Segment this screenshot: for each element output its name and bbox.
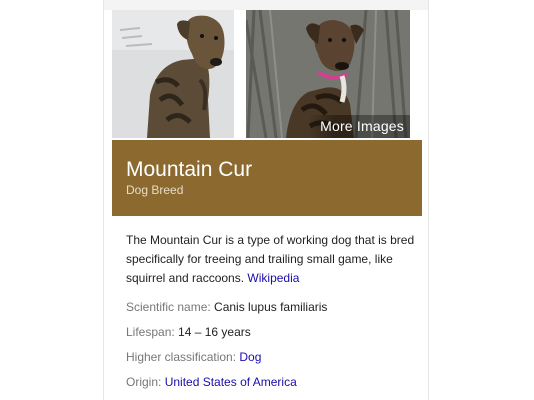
panel-top-strip	[104, 0, 428, 10]
entity-subtitle: Dog Breed	[126, 183, 184, 197]
fact-lifespan: Lifespan: 14 – 16 years	[126, 324, 416, 349]
origin-link[interactable]: United States of America	[165, 375, 297, 389]
fact-label: Higher classification:	[126, 350, 237, 364]
wikipedia-link[interactable]: Wikipedia	[247, 271, 299, 285]
knowledge-panel: More Images Mountain Cur Dog Breed The M…	[103, 0, 429, 400]
fact-value: Canis lupus familiaris	[214, 300, 328, 314]
fact-scientific-name: Scientific name: Canis lupus familiaris	[126, 299, 416, 324]
fact-higher-classification: Higher classification: Dog	[126, 349, 416, 374]
facts-list: Scientific name: Canis lupus familiaris …	[126, 299, 416, 399]
fact-label: Lifespan:	[126, 325, 175, 339]
entity-description: The Mountain Cur is a type of working do…	[126, 231, 416, 288]
higher-classification-link[interactable]: Dog	[239, 350, 261, 364]
dog-photo-2[interactable]: More Images	[246, 10, 410, 138]
dog-photo-1[interactable]	[112, 10, 234, 138]
entity-title: Mountain Cur	[126, 158, 253, 181]
panel-body: The Mountain Cur is a type of working do…	[126, 231, 416, 399]
more-images-link[interactable]: More Images	[308, 115, 410, 138]
fact-value: 14 – 16 years	[178, 325, 251, 339]
fact-label: Scientific name:	[126, 300, 211, 314]
dog-photo-1-image	[112, 10, 234, 138]
fact-origin: Origin: United States of America	[126, 374, 416, 399]
fact-label: Origin:	[126, 375, 162, 389]
entity-header: Mountain Cur Dog Breed	[112, 140, 422, 216]
